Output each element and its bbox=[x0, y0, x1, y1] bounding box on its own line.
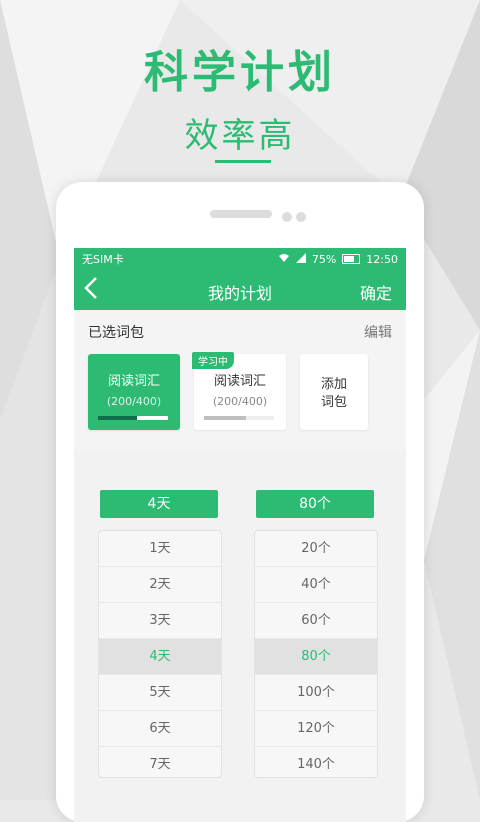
days-option[interactable]: 5天 bbox=[99, 675, 221, 711]
promo-subtitle: 效率高 bbox=[184, 116, 296, 156]
battery-icon bbox=[342, 254, 361, 264]
words-picker[interactable]: 20个 40个 60个 80个 100个 120个 140个 bbox=[254, 530, 378, 778]
promo-title: 科学计划 bbox=[144, 47, 336, 98]
app-screen: 无SIM卡 75% 12:50 我的计划 确定 已选词包 编辑 阅读词汇 (20… bbox=[74, 248, 406, 822]
phone-frame: 无SIM卡 75% 12:50 我的计划 确定 已选词包 编辑 阅读词汇 (20… bbox=[56, 182, 424, 822]
words-option[interactable]: 20个 bbox=[255, 531, 377, 567]
package-count: (200/400) bbox=[106, 395, 162, 408]
words-option[interactable]: 80个 bbox=[255, 639, 377, 675]
selected-packages-section: 已选词包 编辑 阅读词汇 (200/400) 学习中 阅读词汇 (200/400… bbox=[74, 310, 406, 453]
page-title: 我的计划 bbox=[207, 284, 272, 303]
days-option[interactable]: 1天 bbox=[99, 531, 221, 567]
add-package-button[interactable]: 添加 词包 bbox=[300, 354, 368, 430]
package-card-studying[interactable]: 学习中 阅读词汇 (200/400) bbox=[192, 352, 286, 430]
days-option[interactable]: 4天 bbox=[99, 639, 221, 675]
confirm-button[interactable]: 确定 bbox=[360, 280, 392, 304]
days-option[interactable]: 7天 bbox=[99, 747, 221, 777]
phone-camera bbox=[282, 212, 292, 222]
plan-picker-area: 4天 80个 1天 2天 3天 4天 5天 6天 7天 20个 40个 60个 80个 100个 12… bbox=[74, 452, 406, 822]
edit-button[interactable]: 编辑 bbox=[364, 322, 392, 342]
package-progress-bar bbox=[204, 416, 274, 420]
package-card[interactable]: 阅读词汇 (200/400) bbox=[88, 354, 180, 430]
words-option[interactable]: 60个 bbox=[255, 603, 377, 639]
studying-badge: 学习中 bbox=[192, 352, 234, 369]
promo-divider bbox=[215, 160, 271, 163]
section-label: 已选词包 bbox=[88, 325, 144, 341]
add-label-line2: 词包 bbox=[320, 395, 347, 410]
phone-speaker bbox=[210, 210, 272, 218]
status-bar: 无SIM卡 75% 12:50 bbox=[74, 248, 406, 270]
days-option[interactable]: 2天 bbox=[99, 567, 221, 603]
toolbar: 我的计划 确定 bbox=[74, 270, 406, 310]
carrier-text: 无SIM卡 bbox=[82, 253, 124, 266]
package-name: 阅读词汇 bbox=[107, 374, 160, 389]
days-option[interactable]: 3天 bbox=[99, 603, 221, 639]
package-count: (200/400) bbox=[212, 395, 268, 408]
package-progress-bar bbox=[98, 416, 168, 420]
days-option[interactable]: 6天 bbox=[99, 711, 221, 747]
words-option[interactable]: 120个 bbox=[255, 711, 377, 747]
package-name: 阅读词汇 bbox=[213, 374, 266, 389]
days-picker[interactable]: 1天 2天 3天 4天 5天 6天 7天 bbox=[98, 530, 222, 778]
battery-percent: 75% bbox=[311, 252, 337, 266]
add-label-line1: 添加 bbox=[320, 377, 347, 392]
signal-icon bbox=[295, 252, 306, 266]
words-option[interactable]: 40个 bbox=[255, 567, 377, 603]
clock: 12:50 bbox=[366, 252, 398, 266]
wifi-icon bbox=[278, 253, 290, 266]
words-option[interactable]: 140个 bbox=[255, 747, 377, 777]
words-selected-display: 80个 bbox=[256, 490, 374, 518]
days-selected-display: 4天 bbox=[100, 490, 218, 518]
phone-sensor bbox=[296, 212, 306, 222]
words-option[interactable]: 100个 bbox=[255, 675, 377, 711]
